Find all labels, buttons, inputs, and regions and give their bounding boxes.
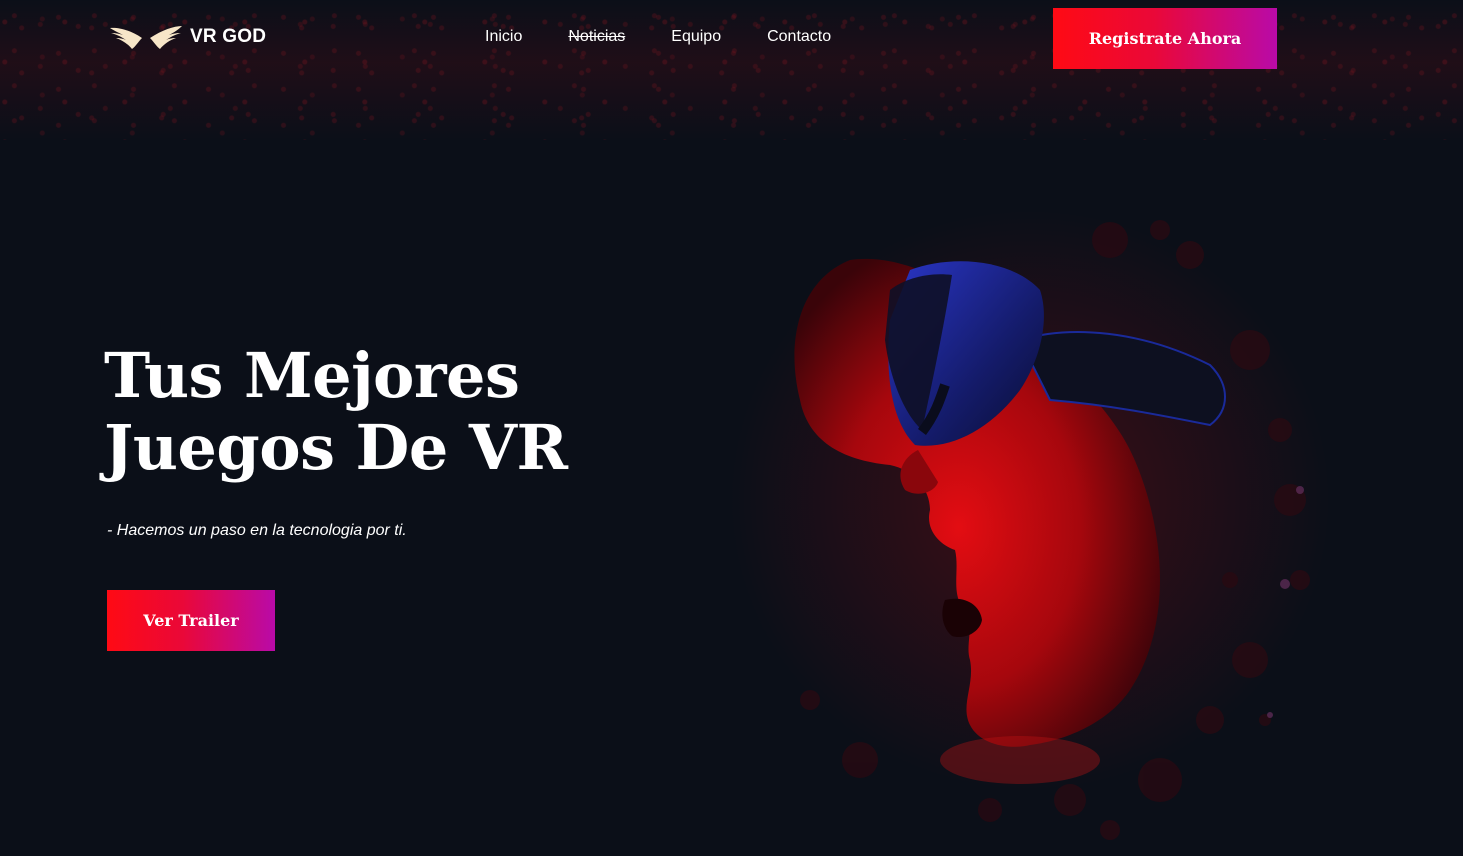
site-header: VR GOD Inicio Noticias Equipo Contacto R… — [0, 0, 1463, 80]
nav-item-inicio[interactable]: Inicio — [485, 27, 522, 47]
nav-item-contacto[interactable]: Contacto — [767, 27, 831, 47]
watch-trailer-button[interactable]: Ver Trailer — [107, 590, 275, 651]
register-button[interactable]: Registrate Ahora — [1053, 8, 1277, 69]
landing-page: VR GOD Inicio Noticias Equipo Contacto R… — [0, 0, 1463, 856]
main-nav: Inicio Noticias Equipo Contacto — [485, 27, 831, 47]
hero-title-line-2: Juegos De VR — [104, 411, 568, 484]
wings-icon — [108, 24, 184, 50]
hero-title-line-1: Tus Mejores — [104, 339, 520, 412]
brand-logo[interactable]: VR GOD — [108, 24, 266, 50]
hero-title: Tus Mejores Juegos De VR — [104, 340, 664, 484]
hero-subtitle: - Hacemos un paso en la tecnologia por t… — [107, 522, 407, 539]
nav-item-noticias[interactable]: Noticias — [568, 27, 625, 47]
nav-item-equipo[interactable]: Equipo — [671, 27, 721, 47]
vr-headset-face-illustration — [690, 200, 1390, 856]
brand-name: VR GOD — [190, 26, 267, 47]
